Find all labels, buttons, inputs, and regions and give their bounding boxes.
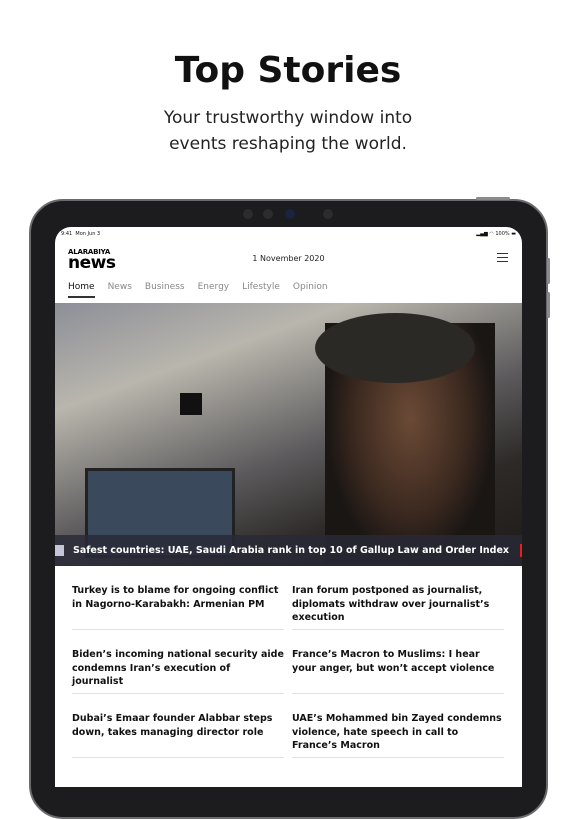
article-item[interactable]: Turkey is to blame for ongoing conflict … xyxy=(72,566,284,630)
article-item[interactable]: Biden’s incoming national security aide … xyxy=(72,630,284,694)
hero-headline: Safest countries: UAE, Saudi Arabia rank… xyxy=(73,545,510,556)
hero-image-kaaba xyxy=(180,393,202,415)
tab-news[interactable]: News xyxy=(108,282,132,292)
promo-subtitle: Your trustworthy window into events resha… xyxy=(0,105,576,157)
article-item[interactable]: UAE’s Mohammed bin Zayed condemns violen… xyxy=(292,694,504,758)
tab-home[interactable]: Home xyxy=(68,282,95,298)
hero-caption[interactable]: Safest countries: UAE, Saudi Arabia rank… xyxy=(55,535,522,566)
hero-image-beret xyxy=(315,313,475,383)
article-item[interactable]: Dubai’s Emaar founder Alabbar steps down… xyxy=(72,694,284,758)
hero-story[interactable]: Safest countries: UAE, Saudi Arabia rank… xyxy=(55,303,522,566)
article-grid: Turkey is to blame for ongoing conflict … xyxy=(72,566,504,758)
sensor-icon xyxy=(243,209,253,219)
section-tabs: Home News Business Energy Lifestyle Opin… xyxy=(68,282,328,298)
volume-up-button xyxy=(547,258,550,284)
tab-opinion[interactable]: Opinion xyxy=(293,282,328,292)
caption-accent xyxy=(520,544,522,557)
subtitle-line: Your trustworthy window into xyxy=(163,108,413,128)
camera-icon xyxy=(285,209,295,219)
top-button xyxy=(476,197,510,200)
app-screen: 9:41 Mon Jun 3 ▂▄▆ ◠ 100% ▬ ALARABIYA ne… xyxy=(55,227,522,787)
subtitle-line: events reshaping the world. xyxy=(169,134,407,154)
tab-lifestyle[interactable]: Lifestyle xyxy=(242,282,280,292)
sensor-icon xyxy=(263,209,273,219)
tab-business[interactable]: Business xyxy=(145,282,185,292)
promo-title: Top Stories xyxy=(174,50,402,91)
sensor-icon xyxy=(323,209,333,219)
caption-marker xyxy=(55,545,64,556)
tab-energy[interactable]: Energy xyxy=(198,282,230,292)
status-battery: ▂▄▆ ◠ 100% ▬ xyxy=(476,231,516,237)
volume-down-button xyxy=(547,292,550,318)
hamburger-menu-icon[interactable] xyxy=(497,253,508,265)
status-time: 9:41 Mon Jun 3 xyxy=(61,231,101,237)
article-item[interactable]: Iran forum postponed as journalist, dipl… xyxy=(292,566,504,630)
article-item[interactable]: France’s Macron to Muslims: I hear your … xyxy=(292,630,504,694)
status-bar: 9:41 Mon Jun 3 ▂▄▆ ◠ 100% ▬ xyxy=(61,231,516,237)
header-date: 1 November 2020 xyxy=(252,254,325,263)
